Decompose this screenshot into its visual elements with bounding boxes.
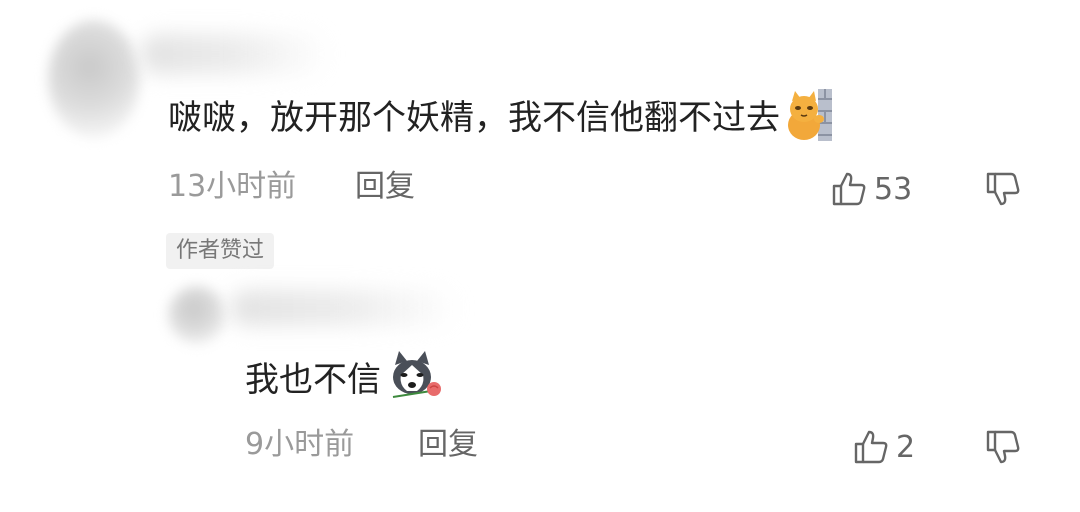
- username[interactable]: [230, 290, 460, 326]
- like-count: 53: [874, 171, 913, 207]
- like-button[interactable]: 53: [830, 170, 912, 208]
- thumbs-up-icon: [830, 170, 868, 208]
- comment-text-content: 啵啵，放开那个妖精，我不信他翻不过去: [168, 98, 780, 138]
- username[interactable]: [140, 34, 330, 74]
- avatar[interactable]: [48, 20, 140, 138]
- comment-time: 9小时前: [245, 427, 355, 462]
- comment-text: 啵啵，放开那个妖精，我不信他翻不过去: [168, 89, 834, 147]
- comment-text: 我也不信: [245, 351, 445, 409]
- comment-time: 13小时前: [168, 169, 297, 204]
- reply-button[interactable]: 回复: [418, 430, 478, 460]
- comment-text-content: 我也不信: [245, 360, 381, 400]
- like-count: 2: [896, 429, 916, 465]
- thumbs-down-icon[interactable]: [984, 428, 1022, 466]
- cat-wall-emoji: [786, 89, 834, 147]
- reply-button[interactable]: 回复: [355, 172, 415, 202]
- thumbs-up-icon: [852, 428, 890, 466]
- avatar[interactable]: [168, 286, 226, 344]
- like-button[interactable]: 2: [852, 428, 915, 466]
- comment-1: 啵啵，放开那个妖精，我不信他翻不过去 13小时前 回复 53 作者赞过: [0, 0, 1080, 280]
- comment-2: 我也不信 9小时前 回复 2: [0, 280, 1080, 512]
- thumbs-down-icon[interactable]: [984, 170, 1022, 208]
- author-liked-badge: 作者赞过: [166, 233, 275, 269]
- husky-rose-emoji: [387, 351, 445, 409]
